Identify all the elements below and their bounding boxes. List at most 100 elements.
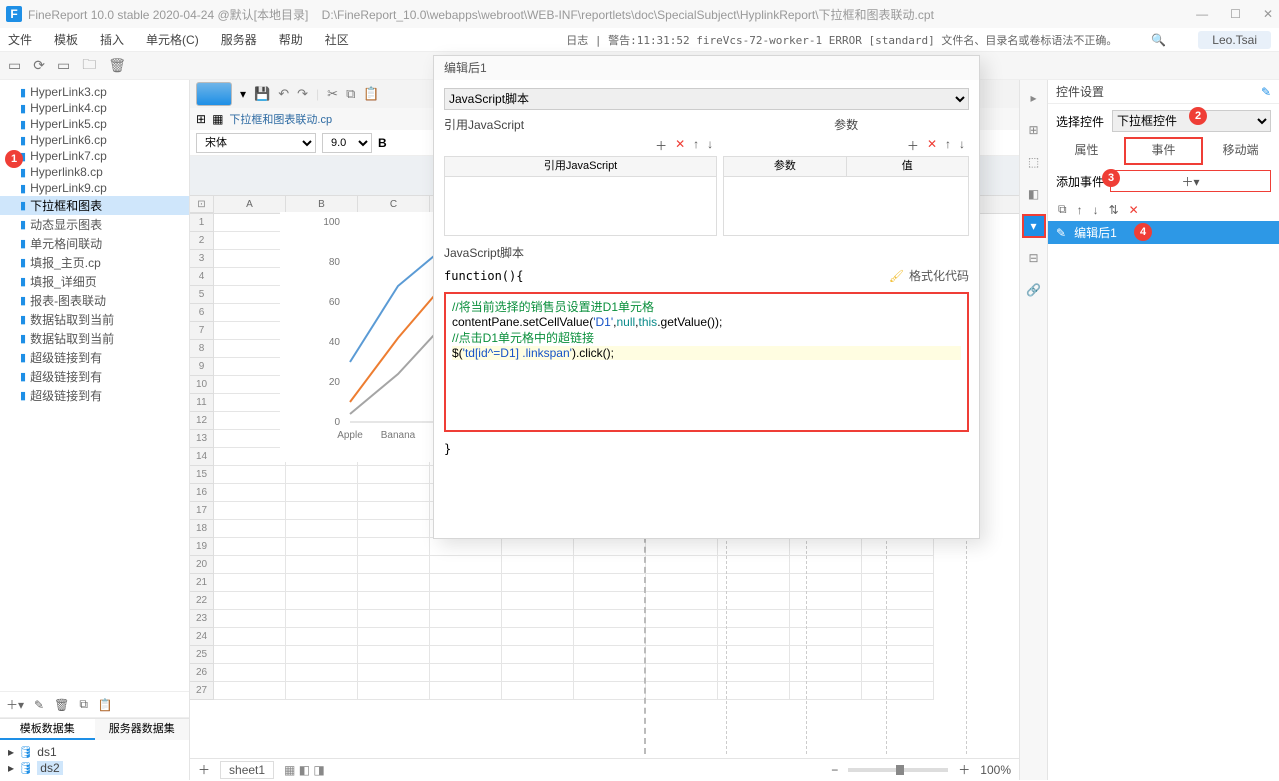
cell[interactable]: [214, 520, 286, 538]
cell[interactable]: [646, 574, 718, 592]
row-header[interactable]: 24: [190, 628, 214, 646]
cell[interactable]: [286, 502, 358, 520]
preview-button[interactable]: [196, 82, 232, 106]
row-header[interactable]: 17: [190, 502, 214, 520]
row-header[interactable]: 8: [190, 340, 214, 358]
row-header[interactable]: 10: [190, 376, 214, 394]
cell[interactable]: [214, 412, 286, 430]
cell[interactable]: [214, 214, 286, 232]
paste-icon[interactable]: 📋: [98, 698, 113, 712]
template-icon[interactable]: ▦: [212, 112, 223, 126]
trash-icon[interactable]: 🗑: [108, 57, 126, 74]
delete-icon[interactable]: 🗑: [54, 698, 69, 712]
cell[interactable]: [214, 430, 286, 448]
cell[interactable]: [286, 556, 358, 574]
cell[interactable]: [358, 646, 430, 664]
file-tree-item[interactable]: ▮HyperLink9.cp: [0, 180, 189, 196]
col-b[interactable]: B: [286, 196, 358, 213]
cell[interactable]: [502, 610, 574, 628]
expand-icon[interactable]: ▸: [1024, 88, 1044, 108]
row-header[interactable]: 12: [190, 412, 214, 430]
cell[interactable]: [214, 250, 286, 268]
row-header[interactable]: 2: [190, 232, 214, 250]
menu-file[interactable]: 文件: [8, 31, 32, 48]
cell[interactable]: [286, 484, 358, 502]
code-editor[interactable]: 5 //将当前选择的销售员设置进D1单元格 contentPane.setCel…: [444, 292, 969, 432]
cell[interactable]: [790, 628, 862, 646]
cell[interactable]: [502, 682, 574, 700]
undo-icon[interactable]: ↶: [278, 86, 289, 102]
cell[interactable]: [214, 304, 286, 322]
cell[interactable]: [358, 610, 430, 628]
cell[interactable]: [718, 628, 790, 646]
cell-props-icon[interactable]: ⊞: [1024, 120, 1044, 140]
row-header[interactable]: 16: [190, 484, 214, 502]
cell[interactable]: [862, 610, 934, 628]
cell[interactable]: [358, 574, 430, 592]
cell[interactable]: [574, 682, 646, 700]
row-header[interactable]: 14: [190, 448, 214, 466]
cell[interactable]: [214, 556, 286, 574]
cell[interactable]: [214, 574, 286, 592]
tab-template-dataset[interactable]: 模板数据集: [0, 719, 95, 740]
cell[interactable]: [646, 592, 718, 610]
file-tree-item[interactable]: ▮超级链接到有: [0, 367, 189, 386]
minimize-icon[interactable]: —: [1196, 7, 1208, 21]
paste2-icon[interactable]: 📋: [363, 86, 379, 102]
row-header[interactable]: 19: [190, 538, 214, 556]
row-header[interactable]: 26: [190, 664, 214, 682]
cell[interactable]: [790, 592, 862, 610]
cell[interactable]: [574, 574, 646, 592]
file-tree-item[interactable]: ▮Hyperlink8.cp: [0, 164, 189, 180]
cell[interactable]: [214, 538, 286, 556]
cell[interactable]: [790, 682, 862, 700]
cell[interactable]: [214, 232, 286, 250]
cell[interactable]: [718, 646, 790, 664]
cell[interactable]: [358, 556, 430, 574]
cell[interactable]: [862, 628, 934, 646]
col-c[interactable]: C: [358, 196, 430, 213]
cell[interactable]: [862, 574, 934, 592]
hyperlink-icon[interactable]: 🔗: [1024, 280, 1044, 300]
cell[interactable]: [718, 574, 790, 592]
cell[interactable]: [862, 646, 934, 664]
zoom-slider[interactable]: [848, 768, 948, 772]
cell[interactable]: [718, 610, 790, 628]
file-tree-item[interactable]: ▮HyperLink7.cp: [0, 148, 189, 164]
cell[interactable]: [214, 358, 286, 376]
row-header[interactable]: 23: [190, 610, 214, 628]
col-a[interactable]: A: [214, 196, 286, 213]
cell[interactable]: [718, 682, 790, 700]
cell[interactable]: [574, 664, 646, 682]
cell[interactable]: [862, 556, 934, 574]
link-icon[interactable]: ⊟: [1024, 248, 1044, 268]
cell[interactable]: [502, 556, 574, 574]
row-header[interactable]: 22: [190, 592, 214, 610]
ref-del-icon[interactable]: ✕: [675, 137, 685, 154]
user-badge[interactable]: Leo.Tsai: [1198, 31, 1271, 49]
file-tree-item[interactable]: ▮HyperLink6.cp: [0, 132, 189, 148]
cell[interactable]: [790, 664, 862, 682]
cell[interactable]: [358, 592, 430, 610]
cell[interactable]: [502, 664, 574, 682]
ref-up-icon[interactable]: ↑: [693, 137, 699, 154]
dataset-item[interactable]: ▸🛢ds2: [4, 760, 185, 776]
row-header[interactable]: 7: [190, 322, 214, 340]
cell[interactable]: [214, 646, 286, 664]
cond-icon[interactable]: ◧: [1024, 184, 1044, 204]
cell[interactable]: [286, 682, 358, 700]
cell[interactable]: [214, 628, 286, 646]
row-header[interactable]: 1: [190, 214, 214, 232]
font-size-select[interactable]: 9.0: [322, 133, 372, 153]
row-header[interactable]: 11: [190, 394, 214, 412]
cell[interactable]: [502, 592, 574, 610]
sheet-icons[interactable]: ▦ ◧ ◨: [284, 763, 325, 777]
row-header[interactable]: 27: [190, 682, 214, 700]
file-tree-item[interactable]: ▮报表-图表联动: [0, 291, 189, 310]
save-icon[interactable]: 💾: [254, 86, 270, 102]
cell[interactable]: [646, 556, 718, 574]
cell[interactable]: [862, 664, 934, 682]
cell[interactable]: [358, 628, 430, 646]
cell[interactable]: [286, 646, 358, 664]
cell[interactable]: [286, 610, 358, 628]
